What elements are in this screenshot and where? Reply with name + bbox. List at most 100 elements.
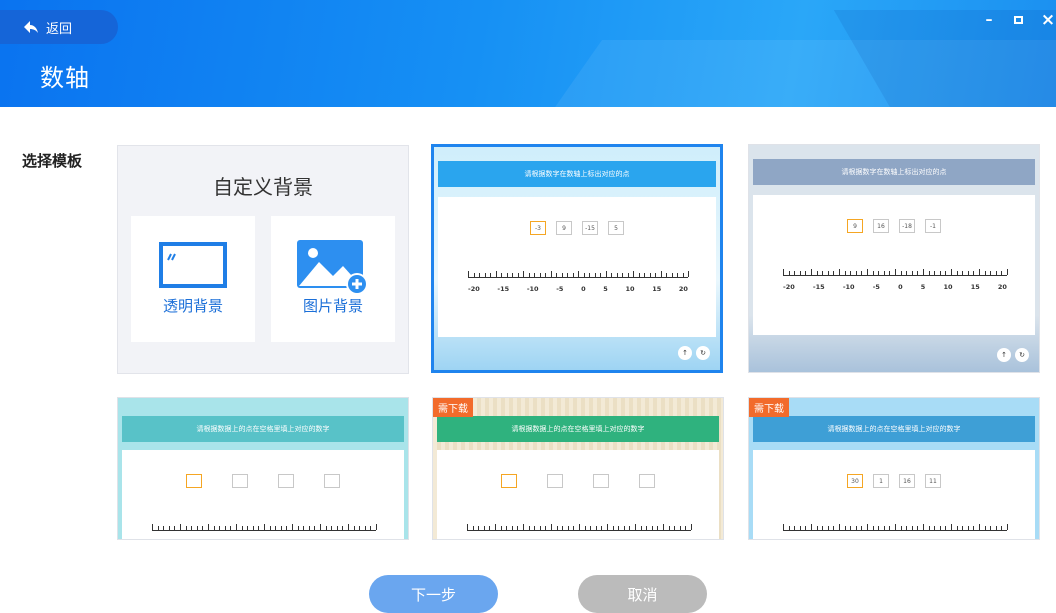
next-button[interactable]: 下一步 (369, 575, 498, 613)
tick-mark (688, 271, 689, 277)
page-title: 数轴 (40, 64, 90, 92)
tick-mark (572, 273, 574, 277)
number-line (783, 269, 1008, 276)
tick-mark (655, 273, 656, 277)
transparent-background-option[interactable]: 透明背景 (131, 216, 255, 342)
tick-mark (979, 524, 980, 530)
tick-mark (241, 526, 243, 530)
tick-mark (934, 526, 936, 530)
number-boxes: 30 1 16 11 (753, 474, 1035, 488)
tick-label: 35 (970, 538, 979, 539)
template-card-5[interactable]: 请根据数据上的点在空格里填上对应的数字 30 1 16 11 0 5 10 15… (748, 397, 1040, 540)
tick-label: 5 (920, 283, 926, 291)
tick-label: 0 (467, 538, 472, 539)
tick-mark (348, 524, 349, 530)
tick-mark (917, 526, 919, 530)
tick-mark (872, 271, 874, 275)
tick-mark (180, 524, 181, 530)
tick-mark (822, 526, 824, 530)
tick-mark (945, 526, 947, 530)
tick-mark (601, 526, 603, 530)
tick-mark (939, 526, 941, 530)
minimize-button[interactable]: – (981, 12, 997, 28)
tick-mark (635, 524, 636, 530)
axis-ticks: -20 -15 -10 -5 0 5 10 15 20 (468, 285, 688, 293)
template-banner: 请根据数字在数轴上标出对应的点 (753, 159, 1035, 185)
tick-mark (967, 526, 969, 530)
tick-mark (951, 269, 952, 275)
tick-mark (517, 526, 519, 530)
tick-mark (611, 273, 612, 277)
template-banner: 请根据数据上的点在空格里填上对应的数字 (122, 416, 404, 442)
number-box (593, 474, 609, 488)
tick-mark (236, 524, 237, 530)
tick-mark (956, 526, 958, 530)
tick-mark (995, 526, 997, 530)
number-box: -15 (582, 221, 598, 235)
number-box: 9 (847, 219, 863, 233)
tick-mark (816, 526, 818, 530)
tick-mark (191, 526, 193, 530)
number-line (467, 524, 692, 531)
tick-mark (489, 526, 491, 530)
tick-label: 30 (626, 538, 635, 539)
image-background-option[interactable]: 图片背景 (271, 216, 395, 342)
tick-mark (523, 271, 524, 277)
tick-mark (467, 524, 468, 530)
maximize-button[interactable] (1010, 12, 1026, 28)
tick-mark (911, 271, 913, 275)
number-box (324, 474, 340, 488)
tick-mark (579, 524, 580, 530)
tick-mark (269, 526, 271, 530)
tick-label: 10 (830, 538, 839, 539)
tick-label: -15 (497, 285, 510, 293)
tick-mark (1007, 524, 1008, 530)
tick-mark (934, 271, 936, 275)
tick-mark (247, 526, 249, 530)
tick-mark (590, 526, 592, 530)
tick-mark (677, 273, 678, 277)
tick-mark (523, 524, 524, 530)
tick-mark (906, 526, 908, 530)
tick-mark (679, 526, 681, 530)
number-box: -3 (530, 221, 546, 235)
tick-mark (889, 271, 891, 275)
tick-mark (827, 526, 829, 530)
tick-mark (783, 269, 784, 275)
tick-mark (979, 269, 980, 275)
tick-mark (811, 524, 812, 530)
back-button[interactable]: 返回 (0, 10, 118, 44)
tick-mark (336, 526, 338, 530)
template-card-1[interactable]: 请根据数字在数轴上标出对应的点 -3 9 -15 5 -20 -15 -10 -… (431, 144, 723, 373)
tick-mark (939, 271, 941, 275)
tick-mark (616, 273, 618, 277)
tick-mark (682, 273, 684, 277)
tick-mark (275, 526, 277, 530)
template-card-3[interactable]: 请根据数据上的点在空格里填上对应的数字 (117, 397, 409, 540)
template-card-2[interactable]: 请根据数字在数轴上标出对应的点 9 16 -18 -1 -20 -15 -10 … (748, 144, 1040, 373)
tick-mark (883, 271, 885, 275)
tick-mark (990, 271, 992, 275)
tick-mark (353, 526, 355, 530)
number-boxes (122, 474, 404, 488)
tick-mark (794, 526, 796, 530)
tick-mark (995, 271, 997, 275)
tick-mark (878, 526, 880, 530)
tick-mark (314, 526, 316, 530)
tick-mark (478, 526, 480, 530)
template-card-4[interactable]: 请根据数据上的点在空格里填上对应的数字 0 5 10 15 20 25 30 3… (432, 397, 724, 540)
tick-mark (867, 524, 868, 530)
tick-label: -5 (556, 285, 564, 293)
tick-mark (545, 526, 547, 530)
tick-mark (303, 526, 305, 530)
tick-mark (1001, 271, 1003, 275)
tick-mark (545, 273, 546, 277)
tick-mark (990, 526, 992, 530)
number-box: 11 (925, 474, 941, 488)
tick-mark (649, 273, 651, 277)
close-button[interactable]: × (1040, 10, 1056, 30)
cancel-button[interactable]: 取消 (578, 575, 707, 613)
tick-mark (506, 526, 508, 530)
tick-label: 20 (997, 283, 1007, 291)
tick-mark (928, 271, 930, 275)
